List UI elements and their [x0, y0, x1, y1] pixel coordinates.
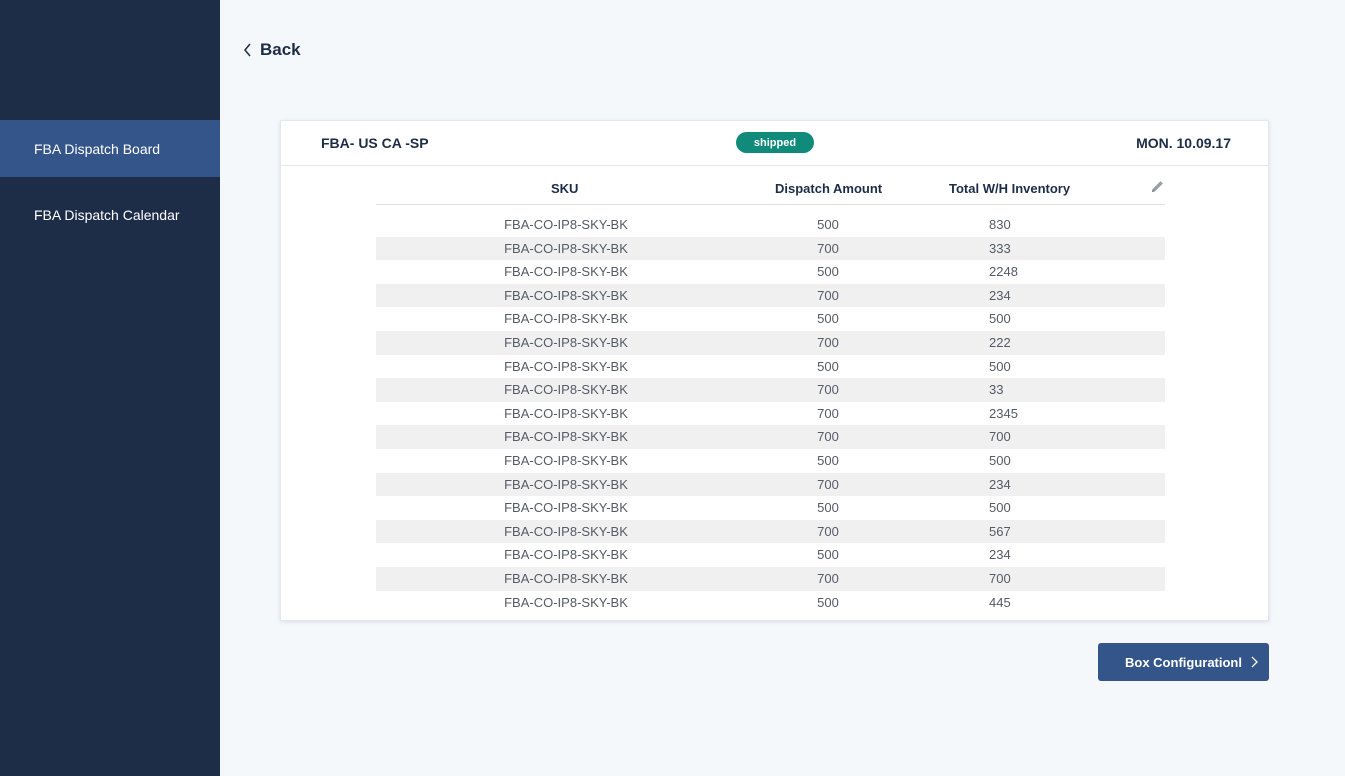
dispatch-amount-cell: 500 [817, 358, 839, 374]
sidebar-item-fba-dispatch-calendar[interactable]: FBA Dispatch Calendar [0, 186, 220, 243]
dispatch-amount-cell: 700 [817, 240, 839, 256]
sku-cell: FBA-CO-IP8-SKY-BK [504, 287, 628, 303]
dispatch-amount-cell: 700 [817, 570, 839, 586]
inventory-cell: 2345 [989, 405, 1018, 421]
sku-cell: FBA-CO-IP8-SKY-BK [504, 382, 628, 398]
dispatch-amount-cell: 700 [817, 334, 839, 350]
dispatch-amount-cell: 700 [817, 523, 839, 539]
table-row: FBA-CO-IP8-SKY-BK 700 567 [376, 519, 1165, 544]
inventory-cell: 500 [989, 311, 1011, 327]
sku-cell: FBA-CO-IP8-SKY-BK [504, 264, 628, 280]
box-configuration-button[interactable]: Box Configurationl [1098, 643, 1269, 681]
dispatch-card: FBA- US CA -SP shipped MON. 10.09.17 SKU… [280, 120, 1269, 621]
table-row: FBA-CO-IP8-SKY-BK 500 500 [376, 307, 1165, 331]
table-row: FBA-CO-IP8-SKY-BK 700 700 [376, 425, 1165, 449]
table-body: FBA-CO-IP8-SKY-BK 500 830 FBA-CO-IP8-SKY-BK… [376, 213, 1165, 614]
sidebar-item-fba-dispatch-board[interactable]: FBA Dispatch Board [0, 120, 220, 177]
back-label: Back [260, 40, 301, 59]
dispatch-amount-cell: 500 [817, 594, 839, 610]
table-row: FBA-CO-IP8-SKY-BK 700 234 [376, 472, 1165, 497]
inventory-cell: 700 [989, 570, 1011, 586]
inventory-cell: 234 [989, 476, 1011, 492]
sku-cell: FBA-CO-IP8-SKY-BK [504, 429, 628, 445]
status-badge: shipped [736, 132, 814, 153]
chevron-right-icon [1251, 656, 1258, 668]
sku-cell: FBA-CO-IP8-SKY-BK [504, 334, 628, 350]
table-row: FBA-CO-IP8-SKY-BK 700 700 [376, 566, 1165, 591]
sku-cell: FBA-CO-IP8-SKY-BK [504, 452, 628, 468]
inventory-cell: 234 [989, 547, 1011, 563]
sku-cell: FBA-CO-IP8-SKY-BK [504, 476, 628, 492]
inventory-cell: 333 [989, 240, 1011, 256]
dispatch-amount-cell: 700 [817, 405, 839, 421]
column-header-dispatch-amount: Dispatch Amount [775, 181, 883, 196]
table-row: FBA-CO-IP8-SKY-BK 700 222 [376, 330, 1165, 355]
sku-cell: FBA-CO-IP8-SKY-BK [504, 523, 628, 539]
sku-cell: FBA-CO-IP8-SKY-BK [504, 594, 628, 610]
sidebar-item-label: FBA Dispatch Board [34, 140, 161, 157]
inventory-cell: 2248 [989, 264, 1018, 280]
dispatch-amount-cell: 500 [817, 547, 839, 563]
table-row: FBA-CO-IP8-SKY-BK 500 500 [376, 496, 1165, 520]
sku-cell: FBA-CO-IP8-SKY-BK [504, 405, 628, 421]
back-button[interactable]: Back [243, 38, 301, 62]
inventory-cell: 33 [989, 382, 1004, 398]
sku-cell: FBA-CO-IP8-SKY-BK [504, 570, 628, 586]
inventory-cell: 500 [989, 358, 1011, 374]
column-header-sku: SKU [551, 181, 579, 196]
dispatch-amount-cell: 700 [817, 476, 839, 492]
inventory-cell: 830 [989, 217, 1011, 232]
inventory-cell: 445 [989, 594, 1011, 610]
sku-cell: FBA-CO-IP8-SKY-BK [504, 500, 628, 516]
table-row: FBA-CO-IP8-SKY-BK 700 234 [376, 283, 1165, 308]
inventory-cell: 700 [989, 429, 1011, 445]
table-row: FBA-CO-IP8-SKY-BK 500 445 [376, 591, 1165, 615]
table-row: FBA-CO-IP8-SKY-BK 500 234 [376, 543, 1165, 567]
table-row: FBA-CO-IP8-SKY-BK 500 500 [376, 355, 1165, 379]
sidebar-item-label: FBA Dispatch Calendar [34, 206, 180, 223]
sku-cell: FBA-CO-IP8-SKY-BK [504, 240, 628, 256]
dispatch-amount-cell: 500 [817, 500, 839, 516]
card-date: MON. 10.09.17 [1136, 135, 1231, 151]
dispatch-amount-cell: 500 [817, 311, 839, 327]
inventory-cell: 567 [989, 523, 1011, 539]
dispatch-amount-cell: 700 [817, 287, 839, 303]
dispatch-amount-cell: 500 [817, 217, 839, 232]
inventory-cell: 500 [989, 500, 1011, 516]
inventory-cell: 500 [989, 452, 1011, 468]
box-configuration-label: Box Configurationl [1125, 654, 1242, 670]
column-header-total-inventory: Total W/H Inventory [949, 181, 1071, 196]
table-row: FBA-CO-IP8-SKY-BK 500 500 [376, 449, 1165, 473]
table-row: FBA-CO-IP8-SKY-BK 700 2345 [376, 402, 1165, 426]
card-header: FBA- US CA -SP shipped MON. 10.09.17 [281, 121, 1268, 166]
table-row: FBA-CO-IP8-SKY-BK 700 33 [376, 378, 1165, 402]
inventory-cell: 234 [989, 287, 1011, 303]
sku-cell: FBA-CO-IP8-SKY-BK [504, 217, 628, 232]
sku-cell: FBA-CO-IP8-SKY-BK [504, 547, 628, 563]
table-header: SKU Dispatch Amount Total W/H Inventory [376, 166, 1165, 205]
sidebar: FBA Dispatch Board FBA Dispatch Calendar [0, 0, 220, 776]
sku-cell: FBA-CO-IP8-SKY-BK [504, 358, 628, 374]
card-title: FBA- US CA -SP [321, 135, 429, 151]
inventory-cell: 222 [989, 334, 1011, 350]
dispatch-amount-cell: 700 [817, 382, 839, 398]
chevron-left-icon [244, 43, 251, 57]
dispatch-amount-cell: 500 [817, 452, 839, 468]
sku-cell: FBA-CO-IP8-SKY-BK [504, 311, 628, 327]
table-row: FBA-CO-IP8-SKY-BK 700 333 [376, 236, 1165, 261]
pencil-icon[interactable] [1151, 180, 1164, 193]
dispatch-amount-cell: 500 [817, 264, 839, 280]
dispatch-amount-cell: 700 [817, 429, 839, 445]
table-row: FBA-CO-IP8-SKY-BK 500 2248 [376, 260, 1165, 284]
table-row: FBA-CO-IP8-SKY-BK 500 830 [376, 213, 1165, 237]
